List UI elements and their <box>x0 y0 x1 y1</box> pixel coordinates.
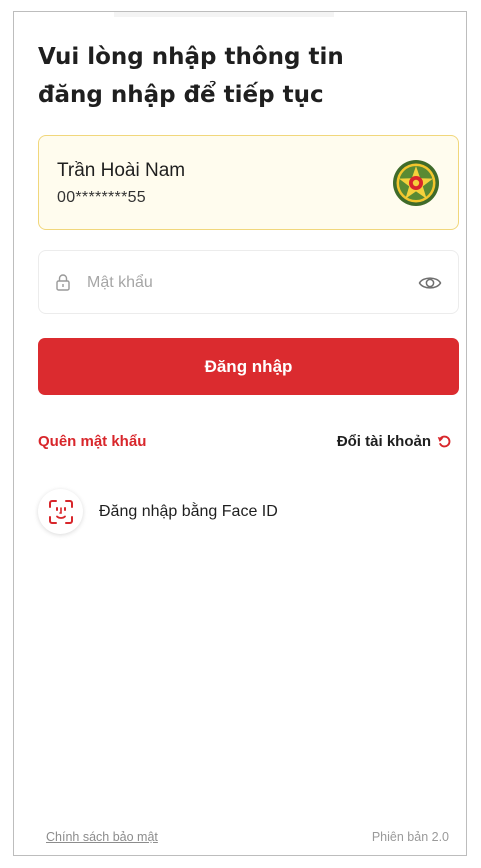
account-card[interactable]: Trần Hoài Nam 00********55 <box>38 135 459 230</box>
app-version: Phiên bản 2.0 <box>371 830 449 844</box>
login-button[interactable]: Đăng nhập <box>38 338 459 395</box>
switch-account-label: Đổi tài khoản <box>336 433 431 450</box>
page-title-line-1: Vui lòng nhập thông tin <box>38 44 344 70</box>
forgot-password-link[interactable]: Quên mật khẩu <box>38 433 146 450</box>
switch-account-button[interactable]: Đổi tài khoản <box>337 433 452 450</box>
face-id-icon <box>48 499 73 524</box>
face-id-icon-wrapper <box>38 489 83 534</box>
page-title: Vui lòng nhập thông tin đăng nhập để tiế… <box>38 38 438 114</box>
eye-icon[interactable] <box>418 273 442 293</box>
account-number: 00********55 <box>57 189 147 206</box>
privacy-policy-link[interactable]: Chính sách bảo mật <box>46 830 158 844</box>
account-name: Trần Hoài Nam <box>57 160 186 181</box>
army-emblem-icon <box>393 160 439 206</box>
refresh-icon <box>437 435 451 448</box>
page-title-line-2: đăng nhập để tiếp tục <box>38 82 324 108</box>
password-input[interactable] <box>85 265 405 301</box>
face-id-login[interactable]: Đăng nhập bằng Face ID <box>38 489 278 534</box>
face-id-label: Đăng nhập bằng Face ID <box>99 502 278 520</box>
password-field[interactable] <box>38 250 459 314</box>
lock-icon <box>56 274 70 291</box>
login-screen: Vui lòng nhập thông tin đăng nhập để tiế… <box>13 11 467 856</box>
status-bar <box>114 12 334 17</box>
